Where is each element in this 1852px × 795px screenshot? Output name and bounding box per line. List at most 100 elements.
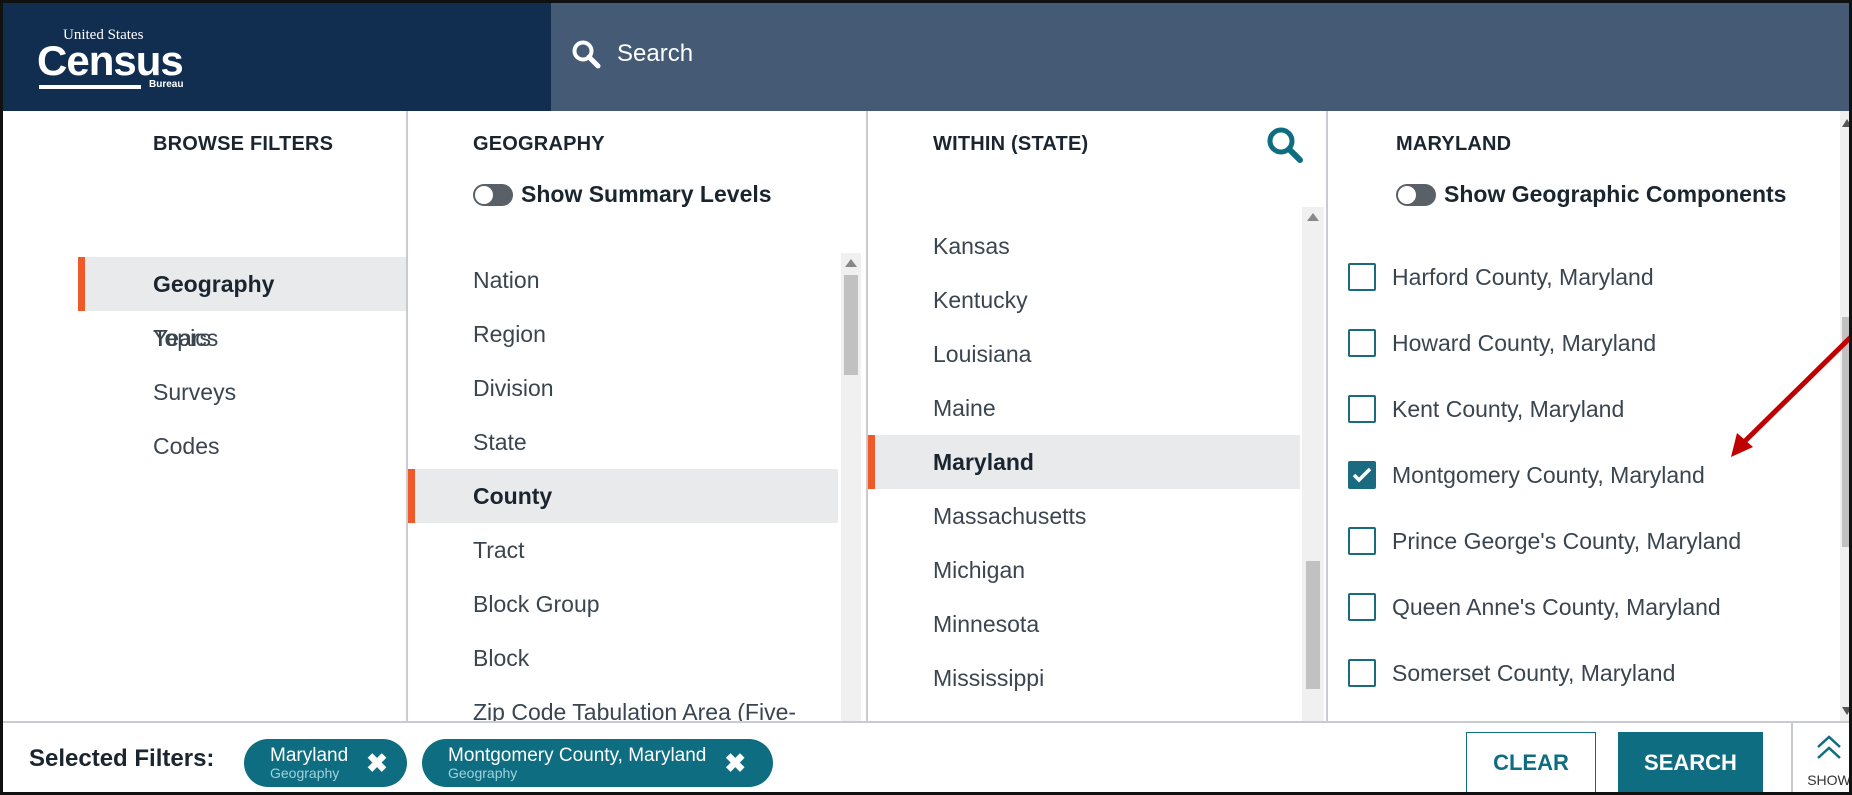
geography-item-label: State (473, 428, 527, 455)
county-label: Queen Anne's County, Maryland (1392, 593, 1721, 620)
county-checkbox-harford[interactable]: Harford County, Maryland (1348, 263, 1654, 291)
state-item-michigan[interactable]: Michigan (868, 543, 1300, 597)
county-label: Kent County, Maryland (1392, 395, 1625, 422)
scroll-thumb[interactable] (844, 275, 858, 375)
state-item-label: Minnesota (933, 610, 1040, 637)
scroll-up-arrow-icon[interactable] (1307, 213, 1319, 221)
county-label: Somerset County, Maryland (1392, 659, 1676, 686)
checkbox[interactable] (1348, 263, 1376, 291)
county-checkbox-somerset[interactable]: Somerset County, Maryland (1348, 659, 1675, 687)
geography-item-block[interactable]: Block (408, 631, 838, 685)
scroll-up-arrow-icon[interactable] (845, 259, 857, 267)
geography-item-label: Block (473, 644, 530, 671)
state-item-maryland[interactable]: Maryland (868, 435, 1300, 489)
remove-chip-icon[interactable]: ✖ (724, 748, 746, 779)
within-state-title: WITHIN (STATE) (933, 133, 1089, 155)
footer-bar: Selected Filters: Maryland Geography ✖ M… (3, 721, 1849, 792)
logo-area: United States Census Bureau (3, 3, 551, 111)
checkbox-checked[interactable] (1348, 461, 1376, 489)
geography-title: GEOGRAPHY (473, 133, 605, 155)
toggle-switch[interactable] (1396, 183, 1436, 206)
filter-item-years[interactable]: Years (3, 311, 406, 365)
remove-chip-icon[interactable]: ✖ (366, 748, 388, 779)
clear-button[interactable]: CLEAR (1466, 732, 1596, 792)
geography-item-county[interactable]: County (408, 469, 838, 523)
geography-scrollbar[interactable] (841, 253, 861, 721)
geography-item-label: Block Group (473, 590, 600, 617)
geography-item-label: Region (473, 320, 546, 347)
filter-item-label: Codes (153, 432, 220, 459)
state-item-massachusetts[interactable]: Massachusetts (868, 489, 1300, 543)
county-label: Howard County, Maryland (1392, 329, 1657, 356)
filter-chip-maryland[interactable]: Maryland Geography ✖ (244, 739, 407, 787)
geography-item-region[interactable]: Region (408, 307, 838, 361)
checkbox[interactable] (1348, 527, 1376, 555)
divider (1791, 723, 1793, 792)
chip-text: Maryland Geography (270, 746, 348, 780)
geography-item-nation[interactable]: Nation (408, 253, 838, 307)
toggle-label: Show Geographic Components (1444, 181, 1787, 207)
state-item-maine[interactable]: Maine (868, 381, 1300, 435)
logo-main-text: Census (37, 37, 184, 84)
county-checkbox-prince-georges[interactable]: Prince George's County, Maryland (1348, 527, 1741, 555)
scroll-down-arrow-icon[interactable] (1842, 707, 1849, 715)
state-item-mississippi[interactable]: Mississippi (868, 651, 1300, 705)
county-checkbox-kent[interactable]: Kent County, Maryland (1348, 395, 1624, 423)
state-item-label: Massachusetts (933, 502, 1087, 529)
geography-item-label: Tract (473, 536, 525, 563)
checkmark-icon (1352, 467, 1372, 483)
geography-item-label: Nation (473, 266, 540, 293)
geography-item-zcta[interactable]: Zip Code Tabulation Area (Five- (408, 685, 838, 722)
summary-levels-toggle[interactable]: Show Summary Levels (473, 181, 772, 208)
geography-panel: GEOGRAPHY Show Summary Levels Nation Reg… (408, 111, 868, 721)
double-chevron-up-icon (1817, 735, 1841, 759)
maryland-title: MARYLAND (1396, 133, 1512, 155)
county-checkbox-queen-annes[interactable]: Queen Anne's County, Maryland (1348, 593, 1721, 621)
state-item-label: Maryland (933, 448, 1034, 475)
chip-main-label: Maryland (270, 745, 349, 766)
checkbox[interactable] (1348, 329, 1376, 357)
geography-item-tract[interactable]: Tract (408, 523, 838, 577)
scroll-thumb[interactable] (1306, 561, 1320, 689)
checkbox[interactable] (1348, 593, 1376, 621)
within-state-panel: WITHIN (STATE) Kansas Kentucky Louisiana… (868, 111, 1328, 721)
county-checkbox-montgomery[interactable]: Montgomery County, Maryland (1348, 461, 1705, 489)
checkbox[interactable] (1348, 659, 1376, 687)
geography-item-label: Zip Code Tabulation Area (Five- (473, 698, 797, 722)
county-label: Harford County, Maryland (1392, 263, 1654, 290)
logo-bar (39, 85, 141, 89)
search-icon (572, 40, 601, 69)
state-item-louisiana[interactable]: Louisiana (868, 327, 1300, 381)
header: United States Census Bureau Search (3, 3, 1849, 111)
chip-text: Montgomery County, Maryland Geography (448, 746, 706, 780)
filter-item-geography[interactable]: Geography (78, 257, 406, 311)
geography-item-label: County (473, 482, 553, 509)
scroll-up-arrow-icon[interactable] (1842, 119, 1849, 127)
geographic-components-toggle[interactable]: Show Geographic Components (1396, 181, 1786, 208)
state-item-kentucky[interactable]: Kentucky (868, 273, 1300, 327)
show-button[interactable]: SHOW (1803, 731, 1849, 788)
filter-chip-montgomery[interactable]: Montgomery County, Maryland Geography ✖ (422, 739, 773, 787)
geography-item-state[interactable]: State (408, 415, 838, 469)
filter-item-surveys[interactable]: Surveys (3, 365, 406, 419)
state-scrollbar[interactable] (1302, 207, 1324, 721)
geography-item-division[interactable]: Division (408, 361, 838, 415)
state-item-kansas[interactable]: Kansas (868, 219, 1300, 273)
logo-bureau-text: Bureau (149, 79, 184, 90)
toggle-switch[interactable] (473, 183, 513, 206)
chip-sub-label: Geography (270, 765, 340, 781)
page-frame: United States Census Bureau Search BROWS… (0, 0, 1852, 795)
filter-item-label: Surveys (153, 378, 237, 405)
county-checkbox-howard[interactable]: Howard County, Maryland (1348, 329, 1656, 357)
geography-item-block-group[interactable]: Block Group (408, 577, 838, 631)
browse-filters-title: BROWSE FILTERS (153, 133, 334, 155)
checkbox[interactable] (1348, 395, 1376, 423)
search-input[interactable]: Search (571, 39, 693, 69)
selected-filters-label: Selected Filters: (29, 745, 215, 772)
state-item-label: Kansas (933, 232, 1010, 259)
state-search-icon[interactable] (1265, 125, 1305, 165)
search-placeholder: Search (617, 40, 694, 67)
state-item-minnesota[interactable]: Minnesota (868, 597, 1300, 651)
search-button[interactable]: SEARCH (1618, 732, 1763, 792)
filter-item-codes[interactable]: Codes (3, 419, 406, 473)
